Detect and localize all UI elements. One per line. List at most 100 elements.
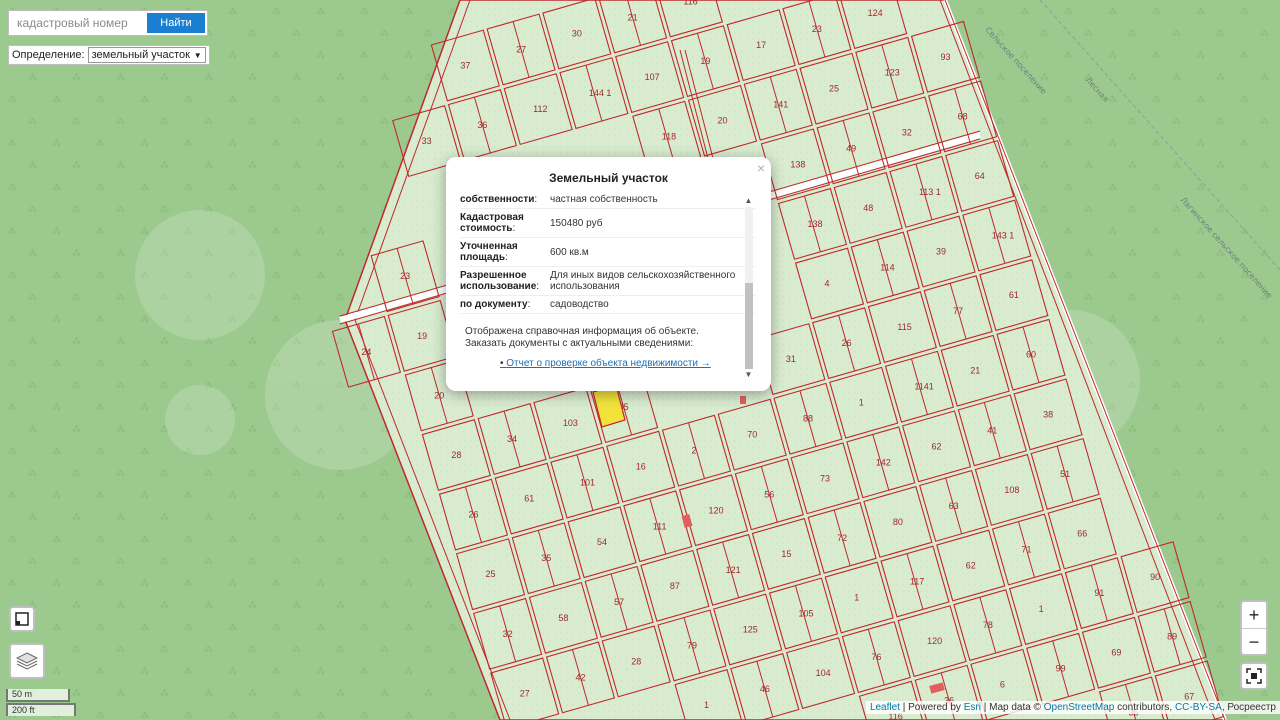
parcel-number: 72 (837, 533, 847, 543)
parcel-number: 66 (1077, 529, 1087, 539)
parcel-number: 33 (422, 136, 432, 146)
scale-imperial: 200 ft (6, 703, 76, 716)
parcel-number: 57 (614, 597, 624, 607)
property-key: по документу (460, 299, 528, 310)
parcel-number: 70 (747, 430, 757, 440)
parcel-number: 89 (1167, 632, 1177, 642)
parcel-number: 120 (709, 505, 724, 515)
locate-button[interactable] (1240, 662, 1268, 690)
parcel-number: 34 (507, 434, 517, 444)
parcel-number: 19 (700, 56, 710, 66)
parcel-number: 91 (1094, 588, 1104, 598)
scale-metric: 50 m (6, 689, 70, 702)
search-button[interactable]: Найти (147, 13, 205, 33)
definition-select[interactable]: земельный участок ▼ (87, 47, 206, 63)
parcel-number: 16 (636, 462, 646, 472)
parcel-number: 61 (524, 494, 534, 504)
layers-icon (16, 652, 38, 670)
property-value: Для иных видов сельскохозяйственного исп… (550, 270, 736, 292)
parcel-number: 32 (902, 127, 912, 137)
parcel-number: 116 (683, 0, 697, 7)
parcel-number: 138 (807, 219, 822, 229)
parcel-number: 124 (868, 8, 883, 18)
property-key: Уточненная площадь (460, 241, 518, 263)
property-value: частная собственность (550, 194, 658, 205)
parcel-number: 27 (516, 44, 526, 54)
fullscreen-icon (15, 612, 29, 626)
parcel-number: 46 (760, 684, 770, 694)
popup-title: Земельный участок (549, 171, 668, 185)
parcel-number: 117 (910, 576, 924, 586)
cadastral-number-input[interactable] (9, 11, 145, 35)
parcel-number: 107 (645, 72, 660, 82)
parcel-number: 19 (417, 331, 427, 341)
parcel-number: 28 (631, 656, 641, 666)
parcel-number: 69 (1111, 648, 1121, 658)
parcel-number: 54 (597, 537, 607, 547)
parcel-number: 1 (704, 700, 709, 710)
parcel-number: 28 (451, 450, 461, 460)
parcel-number: 77 (953, 306, 963, 316)
scroll-up-icon[interactable]: ▲ (742, 195, 755, 207)
scroll-thumb[interactable] (745, 283, 753, 369)
locate-icon (1246, 668, 1262, 684)
parcel-number: 64 (975, 171, 985, 181)
powered-by-text: | Powered by (902, 702, 961, 713)
report-link[interactable]: Отчет о проверке объекта недвижимости → (460, 358, 756, 369)
parcel-number: 111 (653, 521, 667, 531)
layers-button[interactable] (9, 643, 45, 679)
property-key: Разрешенное использование (460, 270, 537, 292)
contributors-text: contributors, (1117, 702, 1173, 713)
parcel-number: 20 (434, 390, 444, 400)
popup-scrollbar[interactable]: ▲ ▼ (742, 195, 755, 381)
parcel-number: 32 (503, 629, 513, 639)
parcel-number: 26 (468, 510, 478, 520)
leaflet-link[interactable]: Leaflet (870, 702, 900, 713)
fullscreen-button[interactable] (9, 606, 35, 632)
parcel-number: 1 (1039, 604, 1044, 614)
search-bar: Найти (8, 10, 208, 36)
zoom-in-button[interactable]: + (1242, 602, 1266, 629)
property-row: Кадастровая стоимость: 150480 руб (460, 209, 756, 238)
scroll-down-icon[interactable]: ▼ (742, 369, 755, 381)
property-row: Уточненная площадь: 600 кв.м (460, 238, 756, 267)
definition-selected: земельный участок (91, 49, 190, 61)
parcel-number: 87 (670, 581, 680, 591)
parcel-number: 138 (790, 159, 805, 169)
property-key: собственности (460, 194, 535, 205)
parcel-number: 68 (958, 111, 968, 121)
parcel-number: 36 (477, 120, 487, 130)
popup-content: собственности: частная собственность Кад… (460, 193, 756, 383)
parcel-number: 142 (876, 457, 891, 467)
parcel-number: 125 (743, 624, 758, 634)
parcel-number: 120 (927, 636, 942, 646)
parcel-number: 30 (572, 28, 582, 38)
parcel-number: 17 (756, 40, 766, 50)
parcel-number: 23 (812, 24, 822, 34)
parcel-number: 21 (970, 366, 980, 376)
parcel-number: 103 (563, 418, 578, 428)
parcel-number: 26 (842, 338, 852, 348)
osm-link[interactable]: OpenStreetMap (1044, 702, 1115, 713)
chevron-down-icon: ▼ (193, 50, 202, 60)
scroll-track[interactable] (745, 207, 753, 369)
parcel-number: 63 (949, 501, 959, 511)
definition-label: Определение: (12, 49, 85, 61)
info-note: Отображена справочная информация об объе… (460, 326, 756, 350)
parcel-popup: × Земельный участок собственности: частн… (446, 157, 771, 391)
parcel-number: 56 (764, 489, 774, 499)
esri-link[interactable]: Esri (964, 702, 981, 713)
parcel-number: 104 (816, 668, 831, 678)
parcel-number: 114 (880, 263, 894, 273)
parcel-number: 79 (687, 640, 697, 650)
parcel-number: 62 (932, 441, 942, 451)
license-link[interactable]: CC-BY-SA (1175, 702, 1222, 713)
zoom-out-button[interactable]: − (1242, 629, 1266, 655)
parcel-number: 60 (1026, 350, 1036, 360)
parcel-number: 25 (829, 84, 839, 94)
parcel-number: 37 (460, 60, 470, 70)
parcel-number: 105 (798, 608, 813, 618)
parcel-number: 78 (983, 620, 993, 630)
rosreestr-text: , Росреестр (1221, 702, 1276, 713)
parcel-number: 73 (820, 473, 830, 483)
